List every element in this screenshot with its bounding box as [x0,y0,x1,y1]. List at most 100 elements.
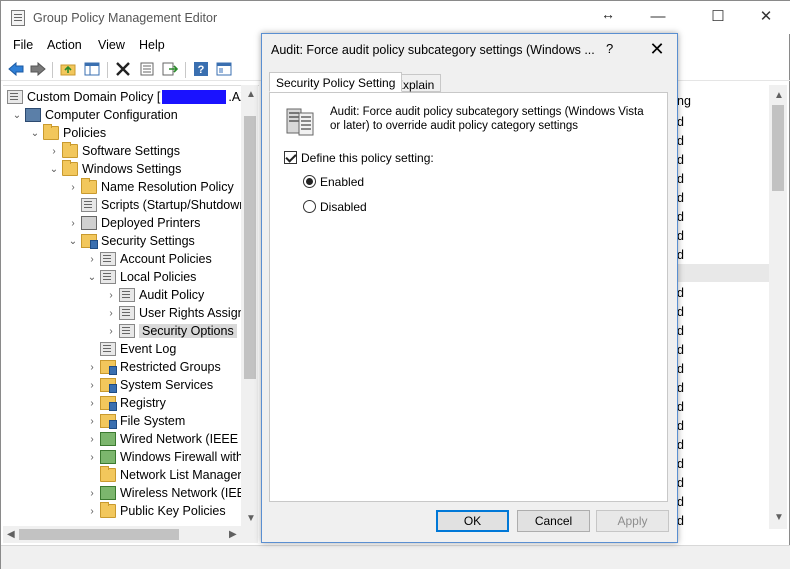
tree-vertical-scroll-thumb[interactable] [244,116,256,379]
list-cell-fragment[interactable]: d [677,210,684,224]
tree-item-restricted-groups[interactable]: › Restricted Groups [84,358,221,376]
list-cell-fragment[interactable]: d [677,172,684,186]
scroll-up-icon[interactable]: ▲ [774,90,784,101]
properties-icon[interactable] [138,60,156,78]
chevron-down-icon[interactable]: ⌄ [27,128,43,139]
tree-item-network-list-manager[interactable]: Network List Manager [84,466,242,484]
chevron-right-icon[interactable]: › [84,416,100,427]
chevron-right-icon[interactable]: › [84,488,100,499]
tree-item-account-policies[interactable]: › Account Policies [84,250,212,268]
tree-item-scripts[interactable]: Scripts (Startup/Shutdowr [65,196,243,214]
tree-item-name-resolution-policy[interactable]: › Name Resolution Policy [65,178,234,196]
list-cell-fragment[interactable]: d [677,457,684,471]
menu-help[interactable]: Help [139,38,165,52]
tree-item-security-settings[interactable]: ⌄ Security Settings [65,232,195,250]
disabled-radio-label[interactable]: Disabled [320,200,367,214]
list-cell-fragment[interactable]: d [677,438,684,452]
up-folder-icon[interactable] [59,60,77,78]
chevron-down-icon[interactable]: ⌄ [46,164,62,175]
back-icon[interactable] [7,60,25,78]
chevron-right-icon[interactable]: › [103,326,119,337]
chevron-right-icon[interactable]: › [84,506,100,517]
tree-item-local-policies[interactable]: ⌄ Local Policies [84,268,196,286]
export-icon[interactable] [161,60,179,78]
menu-view[interactable]: View [98,38,125,52]
column-header-fragment[interactable]: ng [677,94,691,108]
list-cell-fragment[interactable]: d [677,362,684,376]
chevron-right-icon[interactable]: › [65,182,81,193]
tree-item-public-key-policies[interactable]: › Public Key Policies [84,502,226,520]
minimize-button[interactable]: — [643,6,673,28]
enabled-radio-label[interactable]: Enabled [320,175,364,189]
list-vertical-scroll-thumb[interactable] [772,105,784,191]
list-cell-fragment[interactable]: d [677,343,684,357]
maximize-button[interactable]: ☐ [703,6,733,28]
list-cell-fragment[interactable]: d [677,495,684,509]
chevron-right-icon[interactable]: › [84,452,100,463]
tree-root[interactable]: Custom Domain Policy [.AZU [7,88,257,106]
tab-security-policy-setting[interactable]: Security Policy Setting [269,72,403,92]
list-cell-fragment[interactable]: d [677,381,684,395]
list-cell-fragment[interactable]: d [677,153,684,167]
show-hide-tree-icon[interactable] [83,60,101,78]
tree-item-system-services[interactable]: › System Services [84,376,213,394]
chevron-right-icon[interactable]: › [84,380,100,391]
help-icon[interactable]: ? [192,60,210,78]
list-cell-fragment[interactable]: d [677,191,684,205]
tree-item-wired-network[interactable]: › Wired Network (IEEE 8 [84,430,249,448]
chevron-right-icon[interactable]: › [84,254,100,265]
cancel-button[interactable]: Cancel [517,510,590,532]
tree-item-computer-configuration[interactable]: ⌄ Computer Configuration [9,106,178,124]
chevron-right-icon[interactable]: › [46,146,62,157]
scroll-up-icon[interactable]: ▲ [246,89,256,100]
chevron-down-icon[interactable]: ⌄ [65,236,81,247]
ok-button[interactable]: OK [436,510,509,532]
list-cell-fragment[interactable]: d [677,476,684,490]
list-cell-fragment[interactable]: d [677,400,684,414]
menu-file[interactable]: File [13,38,33,52]
list-cell-fragment[interactable]: d [677,286,684,300]
list-cell-fragment[interactable]: d [677,419,684,433]
dialog-close-button[interactable]: ✕ [646,38,668,60]
tree-item-policies[interactable]: ⌄ Policies [27,124,106,142]
tree-item-registry[interactable]: › Registry [84,394,166,412]
list-cell-fragment[interactable]: d [677,305,684,319]
list-cell-fragment[interactable]: d [677,248,684,262]
define-policy-checkbox[interactable] [284,151,297,164]
tree-item-wireless-network[interactable]: › Wireless Network (IEEE [84,484,253,502]
chevron-down-icon[interactable]: ⌄ [84,272,100,283]
tree-item-security-options[interactable]: › Security Options [103,322,237,340]
scroll-down-icon[interactable]: ▼ [774,512,784,523]
define-policy-label[interactable]: Define this policy setting: [301,151,434,165]
chevron-right-icon[interactable]: › [84,362,100,373]
chevron-right-icon[interactable]: › [103,308,119,319]
scroll-down-icon[interactable]: ▼ [246,513,256,524]
list-cell-fragment[interactable]: d [677,134,684,148]
list-cell-fragment[interactable]: d [677,229,684,243]
list-cell-fragment[interactable]: d [677,324,684,338]
menu-action[interactable]: Action [47,38,82,52]
list-cell-fragment[interactable]: d [677,115,684,129]
delete-icon[interactable] [114,60,132,78]
tree-item-file-system[interactable]: › File System [84,412,185,430]
tree-item-deployed-printers[interactable]: › Deployed Printers [65,214,200,232]
chevron-right-icon[interactable]: › [84,398,100,409]
scroll-left-icon[interactable]: ◀ [7,529,15,540]
list-cell-fragment[interactable]: d [677,514,684,528]
tree-item-windows-firewall[interactable]: › Windows Firewall with [84,448,243,466]
dialog-help-button[interactable]: ? [606,41,613,56]
tree-horizontal-scroll-thumb[interactable] [19,529,179,540]
tree-item-event-log[interactable]: Event Log [84,340,176,358]
disabled-radio[interactable] [303,200,316,213]
chevron-right-icon[interactable]: › [103,290,119,301]
tree-item-windows-settings[interactable]: ⌄ Windows Settings [46,160,181,178]
enabled-radio[interactable] [303,175,316,188]
tree-item-software-settings[interactable]: › Software Settings [46,142,180,160]
forward-icon[interactable] [29,60,47,78]
close-button[interactable]: ✕ [751,6,781,28]
tree-item-audit-policy[interactable]: › Audit Policy [103,286,204,304]
scroll-right-icon[interactable]: ▶ [229,529,237,540]
apply-button[interactable]: Apply [596,510,669,532]
tree-item-user-rights[interactable]: › User Rights Assign [103,304,245,322]
chevron-right-icon[interactable]: › [65,218,81,229]
